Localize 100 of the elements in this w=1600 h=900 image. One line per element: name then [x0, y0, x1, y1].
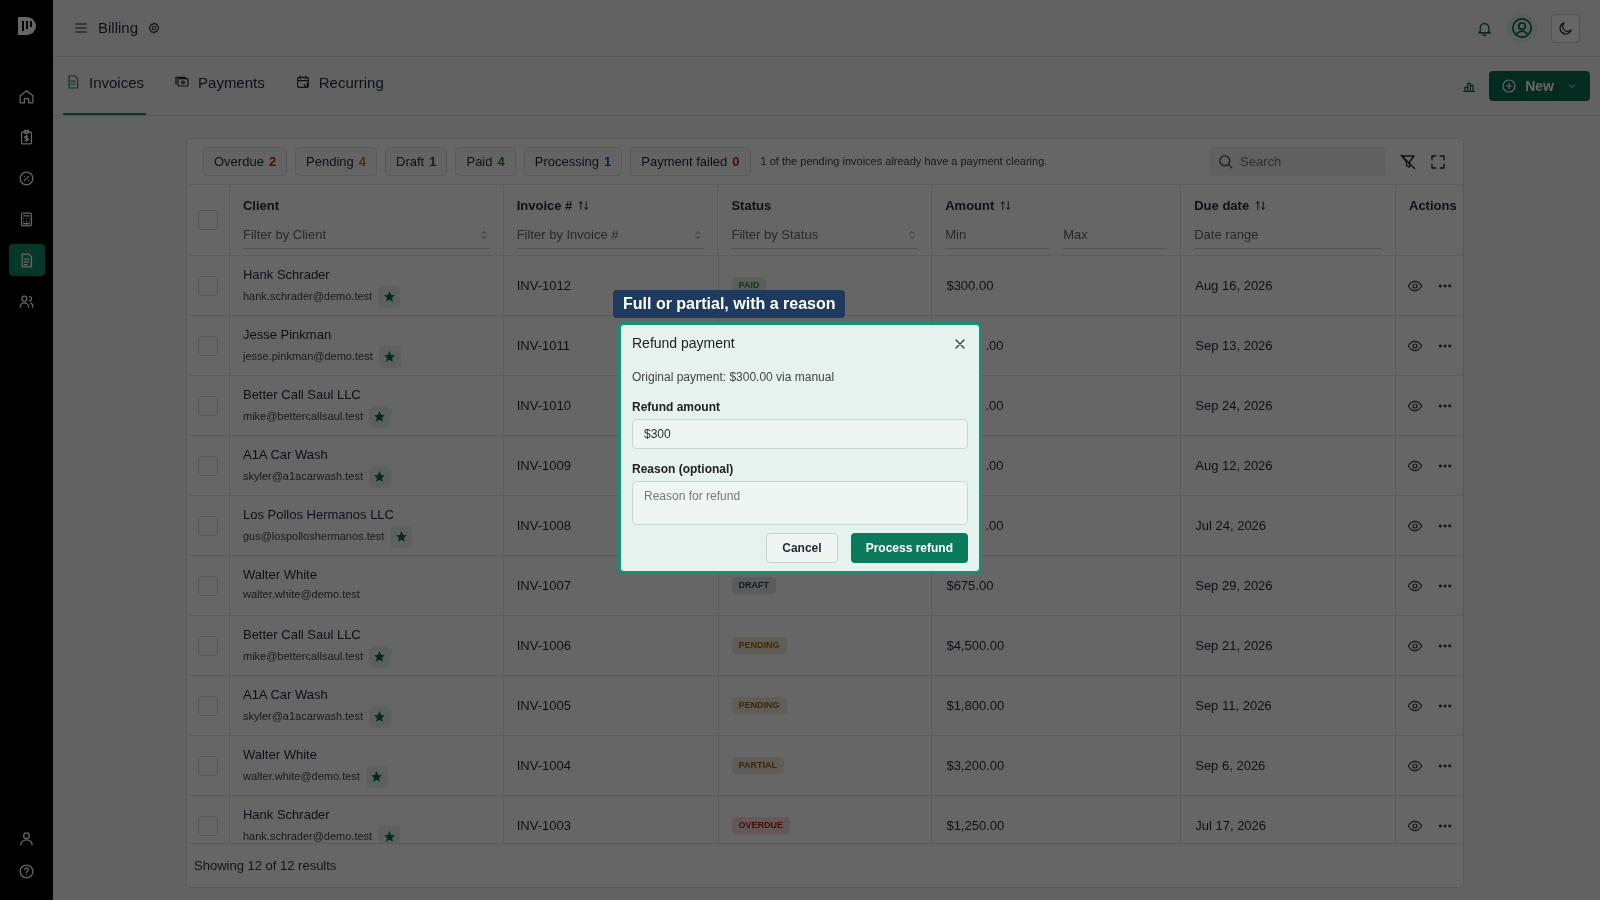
refund-amount-field[interactable]: $300 — [632, 419, 968, 449]
calendar-icon — [294, 74, 311, 90]
process-refund-button[interactable]: Process refund — [850, 533, 968, 563]
filter-chip[interactable]: Paid 4 — [455, 147, 516, 176]
moon-icon — [1557, 19, 1574, 37]
column-header[interactable]: Due date — [1194, 196, 1250, 216]
filter-chip[interactable]: Draft 1 — [385, 147, 448, 176]
invoice-number: INV-1006 — [516, 636, 571, 655]
client-name: Hank Schrader — [242, 266, 331, 284]
tab[interactable]: Payments — [172, 72, 267, 115]
client-email: walter.white@demo.test — [242, 769, 360, 785]
fullscreen-icon[interactable] — [1429, 152, 1447, 171]
account-button[interactable] — [1507, 13, 1537, 43]
amount: $1,250.00 — [946, 816, 1005, 835]
field-label: Reason (optional) — [632, 461, 735, 478]
results-count: Showing 12 of 12 results — [194, 856, 337, 875]
clear-filter-icon[interactable] — [1399, 152, 1417, 171]
tab[interactable]: Recurring — [292, 72, 386, 115]
field-label: Refund amount — [632, 399, 721, 416]
column-header[interactable]: Invoice # — [516, 196, 573, 216]
client-email: mike@bettercallsaul.test — [242, 409, 363, 425]
client-name: Hank Schrader — [242, 806, 331, 824]
user-circle-icon — [1511, 17, 1533, 39]
plus-icon — [1501, 78, 1518, 94]
due-date: Jul 24, 2026 — [1195, 516, 1267, 535]
amount: .00 — [985, 336, 1004, 355]
notice-text: 1 of the pending invoices already have a payment clearing. — [760, 154, 1048, 170]
client-name: Better Call Saul LLC — [242, 626, 362, 644]
amount: $4,500.00 — [946, 636, 1005, 655]
client-email: skyler@a1acarwash.test — [242, 709, 363, 725]
due-date: Sep 6, 2026 — [1195, 756, 1266, 775]
sort-icon[interactable] — [999, 199, 1013, 213]
column-header: Status — [731, 197, 772, 215]
home-icon — [18, 87, 35, 105]
tooltip: Full or partial, with a reason — [613, 290, 846, 318]
due-date: Sep 13, 2026 — [1195, 336, 1273, 355]
invoice-number: INV-1008 — [516, 516, 571, 535]
invoice-number: INV-1011 — [516, 336, 570, 355]
invoice-number: INV-1005 — [516, 696, 571, 715]
filter-chip[interactable]: Processing 1 — [523, 147, 623, 176]
calculator-icon — [18, 210, 35, 228]
due-date: Aug 16, 2026 — [1195, 276, 1273, 295]
amount: .00 — [985, 456, 1004, 475]
client-name: A1A Car Wash — [242, 446, 329, 464]
client-email: hank.schrader@demo.test — [242, 289, 373, 305]
help-icon[interactable] — [18, 863, 35, 880]
client-name: Walter White — [242, 566, 318, 584]
column-header: Actions — [1409, 197, 1457, 215]
document-icon — [65, 74, 81, 90]
filter-chip[interactable]: Pending 4 — [295, 147, 378, 176]
filter-select[interactable]: Filter by Client — [242, 221, 490, 249]
client-email: skyler@a1acarwash.test — [242, 469, 363, 485]
invoice-number: INV-1004 — [516, 756, 571, 775]
tab[interactable]: Invoices — [63, 72, 147, 115]
due-date: Aug 12, 2026 — [1195, 456, 1273, 475]
filter-select[interactable]: Filter by Status — [731, 221, 919, 249]
filter-select[interactable]: Filter by Invoice # — [516, 221, 705, 249]
cancel-button[interactable]: Cancel — [766, 533, 838, 563]
filter-chip[interactable]: Payment failed 0 — [630, 147, 751, 176]
due-date: Sep 24, 2026 — [1195, 396, 1273, 415]
client-name: Walter White — [242, 746, 318, 764]
reason-field[interactable]: Reason for refund — [632, 481, 968, 525]
invoice-number: INV-1012 — [516, 276, 571, 295]
clipboard-icon — [18, 128, 35, 146]
filter-chip[interactable]: Overdue 2 — [203, 147, 288, 176]
amount: $675.00 — [946, 576, 994, 595]
search-icon — [1217, 153, 1234, 170]
amount: $300.00 — [946, 276, 994, 295]
user-icon[interactable] — [18, 830, 35, 847]
menu-icon[interactable] — [73, 20, 89, 36]
client-email: mike@bettercallsaul.test — [242, 649, 363, 665]
filter-input[interactable]: Date range — [1194, 221, 1382, 249]
client-name: Jesse Pinkman — [242, 326, 333, 344]
sidebar-item[interactable] — [8, 244, 45, 276]
client-name: A1A Car Wash — [242, 686, 329, 704]
amount: .00 — [985, 516, 1004, 535]
client-email: jesse.pinkman@demo.test — [242, 349, 373, 365]
due-date: Jul 17, 2026 — [1195, 816, 1267, 835]
page-title: Billing — [98, 17, 139, 38]
sort-icon[interactable] — [1254, 199, 1268, 213]
client-email: walter.white@demo.test — [242, 586, 360, 602]
column-header[interactable]: Amount — [945, 196, 995, 216]
amount: $3,200.00 — [946, 756, 1005, 775]
column-header: Client — [242, 197, 280, 215]
sort-icon[interactable] — [577, 199, 591, 213]
theme-button[interactable] — [1551, 13, 1580, 43]
invoice-number: INV-1003 — [516, 816, 571, 835]
invoice-number: INV-1007 — [516, 576, 571, 595]
invoice-number: INV-1009 — [516, 456, 571, 475]
filter-input[interactable]: Max — [1063, 221, 1168, 249]
percent-badge-icon — [18, 169, 35, 187]
invoice-number: INV-1010 — [516, 396, 571, 415]
due-date: Sep 21, 2026 — [1195, 636, 1273, 655]
settings-icon[interactable] — [147, 21, 162, 35]
new-button[interactable]: New — [1489, 71, 1590, 101]
dialog-title: Refund payment — [632, 334, 735, 353]
filter-input[interactable]: Min — [945, 221, 1050, 249]
client-name: Better Call Saul LLC — [242, 386, 362, 404]
amount: .00 — [985, 396, 1004, 415]
client-email: gus@lospolloshermanos.test — [242, 529, 385, 545]
